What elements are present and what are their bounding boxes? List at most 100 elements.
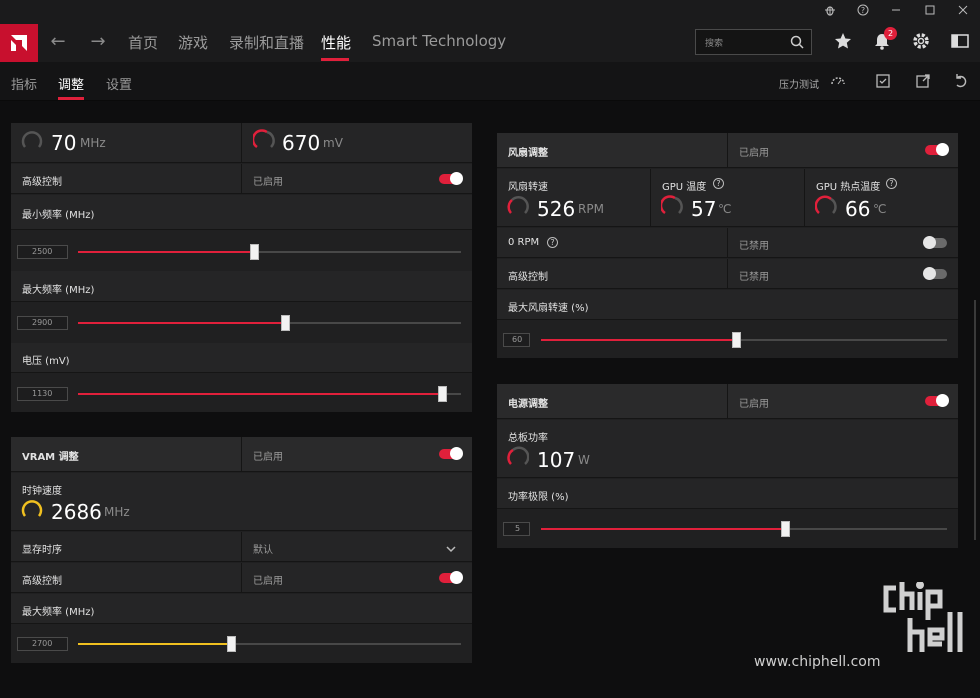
fan-header: 风扇调整 已启用	[497, 133, 958, 168]
vram-max-freq-input[interactable]: 2700	[17, 637, 68, 651]
max-fan-speed-input[interactable]: 60	[503, 333, 530, 347]
voltage-slider[interactable]	[78, 386, 461, 402]
stress-test-label[interactable]: 压力测试	[779, 76, 819, 91]
hotspot-help-icon[interactable]: ?	[886, 178, 897, 189]
nav-item-smart-technology[interactable]: Smart Technology	[372, 32, 506, 50]
memory-timing-label: 显存时序	[22, 545, 62, 556]
chevron-down-icon[interactable]	[445, 540, 457, 559]
zero-rpm-toggle[interactable]	[923, 236, 947, 249]
tab-tuning[interactable]: 调整	[58, 74, 84, 93]
reset-icon[interactable]	[952, 72, 970, 90]
bug-icon[interactable]	[820, 2, 840, 22]
export-icon[interactable]	[914, 72, 932, 90]
fan-advanced-status: 已禁用	[739, 272, 769, 283]
back-arrow-icon[interactable]: ←	[46, 30, 70, 54]
slider-thumb[interactable]	[280, 315, 290, 331]
vram-header: VRAM 调整 已启用	[11, 437, 472, 472]
zero-rpm-help-icon[interactable]: ?	[547, 237, 558, 248]
tuning-content: 70 MHz 670 mV 高级控制 已启用 最小频率 (MHz) 2500 最…	[0, 101, 980, 698]
divider	[241, 532, 242, 562]
max-freq-slider[interactable]	[78, 315, 461, 331]
zero-rpm-label: 0 RPM	[508, 237, 540, 248]
minimize-icon[interactable]	[886, 2, 906, 22]
nav-active-indicator	[321, 58, 349, 61]
gpu-advanced-row: 高级控制 已启用	[11, 164, 472, 194]
title-bar: ?	[0, 0, 980, 24]
nav-item-record[interactable]: 录制和直播	[229, 32, 304, 53]
slider-thumb[interactable]	[780, 521, 790, 537]
divider	[804, 169, 805, 227]
search-input[interactable]: 搜索	[695, 29, 812, 55]
max-freq-input[interactable]: 2900	[17, 316, 68, 330]
divider	[241, 164, 242, 194]
fan-toggle[interactable]	[925, 143, 949, 156]
zero-rpm-row: 0 RPM ? 已禁用	[497, 228, 958, 258]
min-freq-slider[interactable]	[78, 244, 461, 260]
max-fan-speed-label: 最大风扇转速 (%)	[508, 303, 589, 314]
close-icon[interactable]	[953, 2, 973, 22]
fan-advanced-row: 高级控制 已禁用	[497, 259, 958, 289]
max-fan-speed-slider[interactable]	[541, 332, 947, 348]
nav-item-performance[interactable]: 性能	[321, 32, 351, 53]
gpu-advanced-toggle[interactable]	[439, 172, 463, 185]
power-limit-slider-row: 5	[497, 510, 958, 548]
nav-item-gaming[interactable]: 游戏	[178, 32, 208, 53]
tab-settings[interactable]: 设置	[106, 74, 132, 93]
gpu-voltage-value: 670	[282, 131, 321, 155]
min-freq-slider-row: 2500	[11, 231, 472, 271]
vram-toggle[interactable]	[439, 447, 463, 460]
star-icon[interactable]	[833, 31, 855, 53]
gpu-temp-help-icon[interactable]: ?	[713, 178, 724, 189]
notification-badge: 2	[884, 27, 897, 40]
voltage-input[interactable]: 1130	[17, 387, 68, 401]
slider-fill	[78, 643, 232, 645]
nav-item-home[interactable]: 首页	[128, 32, 158, 53]
board-power-label: 总板功率	[508, 433, 548, 444]
gpu-voltage-unit: mV	[323, 136, 343, 150]
clock-gauge-icon	[21, 129, 43, 151]
vram-clock-value: 2686	[51, 500, 102, 524]
hotspot-temp-value: 66	[845, 197, 871, 221]
slider-thumb[interactable]	[227, 636, 237, 652]
power-limit-input[interactable]: 5	[503, 522, 530, 536]
save-profile-icon[interactable]	[874, 72, 892, 90]
hotspot-temp-unit: ℃	[873, 202, 887, 216]
vram-status: 已启用	[253, 452, 283, 463]
power-toggle[interactable]	[925, 394, 949, 407]
amd-logo[interactable]	[0, 24, 38, 62]
vram-clock-row: 时钟速度 2686 MHz	[11, 473, 472, 531]
slider-fill	[541, 339, 736, 341]
sidebar-toggle-icon[interactable]	[950, 31, 972, 53]
tab-metrics[interactable]: 指标	[11, 74, 37, 93]
vram-max-freq-slider[interactable]	[78, 636, 461, 652]
voltage-row: 电压 (mV)	[11, 343, 472, 373]
fan-speed-value: 526	[537, 197, 576, 221]
power-limit-label: 功率极限 (%)	[508, 492, 569, 503]
forward-arrow-icon[interactable]: →	[86, 30, 110, 54]
memory-timing-select[interactable]: 默认	[253, 541, 273, 556]
slider-thumb[interactable]	[437, 386, 447, 402]
vram-panel: VRAM 调整 已启用 时钟速度 2686 MHz 显存时序 默认 高级控制 已…	[11, 437, 472, 663]
voltage-label: 电压 (mV)	[22, 356, 70, 367]
gear-icon[interactable]	[911, 31, 933, 53]
vram-advanced-row: 高级控制 已启用	[11, 563, 472, 593]
divider	[727, 133, 728, 168]
speedometer-icon[interactable]	[829, 72, 847, 90]
vram-max-freq-slider-row: 2700	[11, 625, 472, 663]
fan-title: 风扇调整	[508, 148, 548, 159]
min-freq-label: 最小频率 (MHz)	[22, 210, 95, 221]
power-limit-slider[interactable]	[541, 521, 947, 537]
maximize-icon[interactable]	[920, 2, 940, 22]
fan-speed-unit: RPM	[578, 202, 604, 216]
chiphell-watermark-logo	[882, 581, 966, 686]
search-icon[interactable]	[789, 34, 805, 54]
power-limit-row: 功率极限 (%)	[497, 479, 958, 509]
min-freq-input[interactable]: 2500	[17, 245, 68, 259]
scrollbar[interactable]	[974, 300, 976, 540]
fan-advanced-toggle[interactable]	[923, 267, 947, 280]
vram-advanced-toggle[interactable]	[439, 571, 463, 584]
slider-thumb[interactable]	[731, 332, 741, 348]
help-icon[interactable]: ?	[853, 2, 873, 22]
slider-thumb[interactable]	[250, 244, 260, 260]
divider	[727, 259, 728, 289]
